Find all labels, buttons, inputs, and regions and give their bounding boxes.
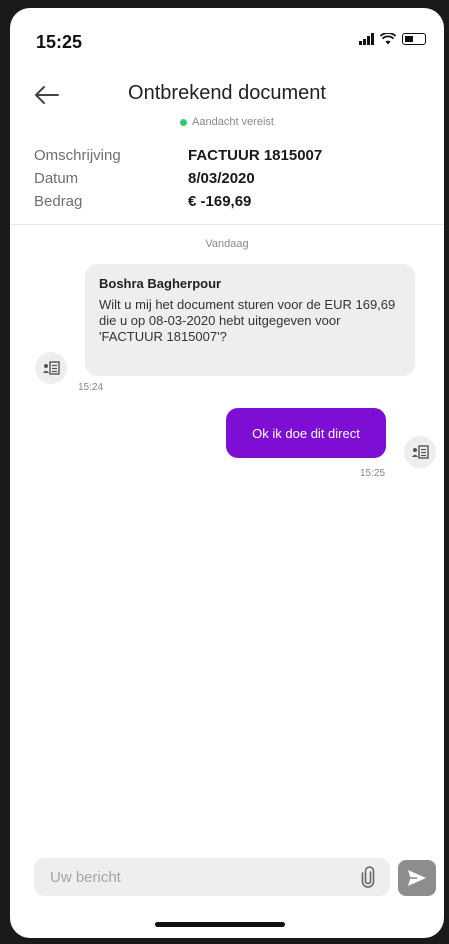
message-sender: Boshra Bagherpour [99,276,222,291]
message-text: Wilt u mij het document sturen voor de E… [99,297,396,344]
incoming-message: Boshra Bagherpour Wilt u mij het documen… [85,264,415,376]
status-indicator: Aandacht vereist [10,116,444,128]
detail-value: FACTUUR 1815007 [188,147,323,164]
send-button[interactable] [398,860,436,896]
detail-label: Bedrag [34,193,83,210]
home-indicator [155,922,285,927]
status-time: 15:25 [36,32,83,52]
detail-row-description: Omschrijving FACTUUR 1815007 [34,144,434,167]
phone-screen: 15:25 Ontbrekend document Aandacht verei… [10,8,444,938]
message-composer [10,856,444,900]
avatar [404,436,436,468]
message-time: 15:25 [360,468,386,479]
detail-label: Datum [34,170,79,187]
message-text: Ok ik doe dit direct [252,425,360,441]
signal-icon [359,33,374,45]
avatar [35,352,67,384]
day-separator: Vandaag [205,238,249,250]
status-label: Aandacht vereist [192,116,274,128]
detail-value: 8/03/2020 [188,170,255,187]
message-input[interactable] [34,858,366,896]
status-dot-icon [180,118,188,126]
document-details: Omschrijving FACTUUR 1815007 Datum 8/03/… [34,144,434,213]
divider [10,224,444,225]
send-icon [408,870,426,886]
status-icons [359,33,426,45]
page-title: Ontbrekend document [128,82,326,104]
status-bar: 15:25 [10,8,444,64]
outgoing-message: Ok ik doe dit direct [226,408,386,458]
detail-row-date: Datum 8/03/2020 [34,167,434,190]
document-user-icon [43,361,60,375]
detail-row-amount: Bedrag € -169,69 [34,190,434,213]
battery-icon [402,33,426,45]
message-time: 15:24 [78,382,104,393]
document-user-icon [412,445,429,459]
detail-value: € -169,69 [188,193,252,210]
wifi-icon [380,33,396,45]
header: Ontbrekend document Aandacht vereist [10,72,444,134]
paperclip-icon[interactable] [360,866,376,888]
detail-label: Omschrijving [34,147,121,164]
message-input-wrap [34,858,390,896]
